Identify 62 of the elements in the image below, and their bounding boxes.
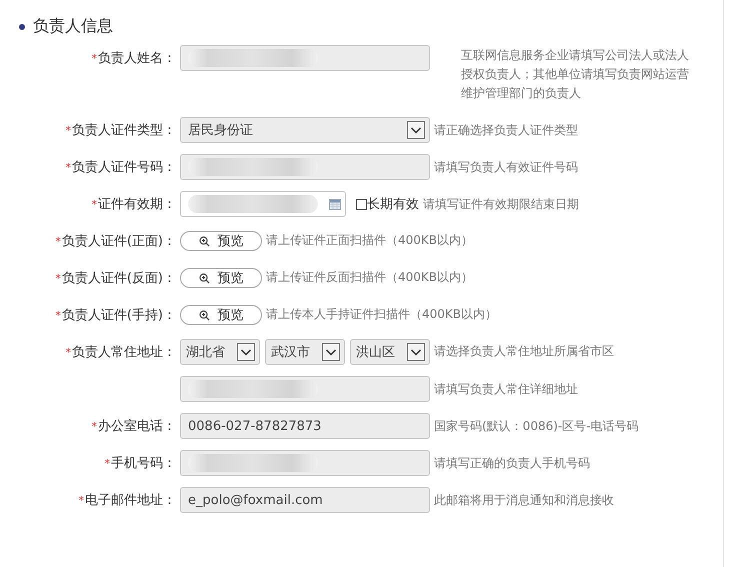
required-mark: * (55, 308, 61, 322)
field-label: 证件有效期： (98, 196, 176, 213)
zoom-in-icon (198, 272, 210, 284)
input-field[interactable] (180, 191, 346, 217)
field-label: 办公室电话： (98, 418, 176, 435)
hint-text: 请上传证件正面扫描件（400KB以内） (266, 232, 474, 249)
input-field[interactable]: e_polo@foxmail.com (180, 487, 430, 513)
select-field[interactable]: 湖北省 (180, 339, 260, 365)
select-field[interactable]: 居民身份证 (180, 117, 430, 143)
input-field[interactable] (180, 450, 430, 476)
required-mark: * (55, 234, 61, 248)
input-field[interactable] (180, 154, 430, 180)
field-value: e_polo@foxmail.com (188, 492, 323, 508)
required-mark: * (55, 272, 61, 284)
hint-text: 国家号码(默认：0086)-区号-电话号码 (434, 418, 639, 435)
input-field[interactable]: 0086-027-87827873 (180, 413, 430, 439)
select-field[interactable]: 洪山区 (350, 339, 430, 365)
input-field[interactable] (180, 376, 430, 402)
caret-icon (407, 121, 425, 139)
field-value: 0086-027-87827873 (188, 418, 322, 434)
required-mark: * (92, 198, 97, 210)
preview-button[interactable]: 预览 (180, 268, 262, 288)
hint-text: 请上传本人手持证件扫描件（400KB以内） (266, 306, 498, 323)
hint-text: 请选择负责人常住地址所属省市区 (434, 343, 614, 360)
section-title: 负责人信息 (33, 16, 113, 37)
field-label: 电子邮件地址： (85, 492, 176, 509)
required-mark: * (66, 124, 71, 136)
checkbox[interactable] (356, 198, 367, 210)
caret-icon (322, 343, 340, 361)
input-field[interactable] (180, 45, 430, 71)
required-mark: * (92, 420, 97, 432)
checkbox-label: 长期有效 (367, 196, 419, 213)
required-mark: * (66, 346, 71, 358)
field-label: 负责人常住地址： (72, 344, 176, 361)
caret-icon (407, 343, 425, 361)
field-label: 负责人证件类型： (72, 122, 176, 139)
hint-text: 请填写负责人有效证件号码 (434, 159, 578, 176)
field-label: 负责人证件号码： (72, 159, 176, 176)
field-label: 负责人姓名： (98, 50, 176, 67)
hint-text: 请上传证件反面扫描件（400KB以内） (266, 269, 474, 286)
field-label: 负责人证件(正面)： (62, 233, 176, 250)
select-field[interactable]: 武汉市 (265, 339, 345, 365)
hint-text: 此邮箱将用于消息通知和消息接收 (434, 492, 614, 509)
required-mark: * (92, 52, 97, 64)
calendar-icon[interactable] (329, 198, 341, 210)
preview-button[interactable]: 预览 (180, 231, 262, 251)
bullet-icon (19, 24, 25, 30)
required-mark: * (78, 494, 84, 506)
hint-text: 请填写负责人常住详细地址 (434, 381, 578, 398)
preview-button[interactable]: 预览 (180, 305, 262, 325)
field-label: 负责人证件(手持)： (62, 307, 176, 324)
hint-text: 请正确选择负责人证件类型 (434, 122, 578, 139)
hint-text: 请填写正确的负责人手机号码 (434, 455, 590, 472)
caret-icon (237, 343, 255, 361)
zoom-in-icon (198, 236, 210, 246)
hint-text: 请填写证件有效期限结束日期 (423, 196, 579, 213)
required-mark: * (104, 456, 110, 470)
field-label: 负责人证件(反面)： (62, 270, 176, 287)
required-mark: * (66, 160, 71, 174)
hint-text: 互联网信息服务企业请填写公司法人或法人授权负责人；其他单位请填写负责网站运营维护管理部门的负责人 (461, 47, 690, 102)
field-label: 手机号码： (111, 455, 176, 472)
zoom-in-icon (198, 310, 210, 320)
